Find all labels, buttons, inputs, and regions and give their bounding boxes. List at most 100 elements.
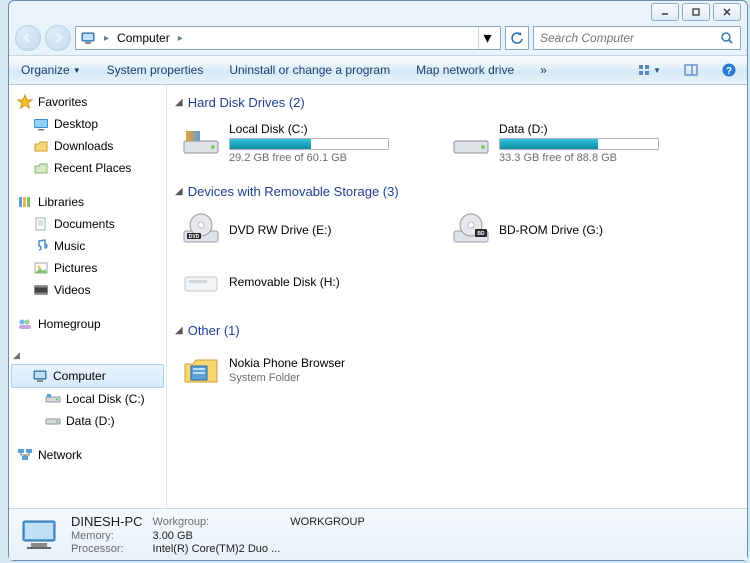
workgroup-value: WORKGROUP xyxy=(290,516,365,528)
explorer-window: ▸ Computer ▸ ▾ Organize ▼ System propert… xyxy=(8,0,748,561)
homegroup-group[interactable]: Homegroup xyxy=(9,313,166,335)
close-button[interactable] xyxy=(713,3,741,21)
computer-label: Computer xyxy=(53,369,106,383)
back-button[interactable] xyxy=(15,25,41,51)
videos-icon xyxy=(33,282,49,298)
dvd-drive-icon: DVD xyxy=(181,211,221,251)
details-pane: DINESH-PC Workgroup: WORKGROUP Memory: 3… xyxy=(9,508,747,560)
drive-removable-h[interactable]: Removable Disk (H:) xyxy=(177,259,417,307)
preview-pane-button[interactable] xyxy=(681,60,701,80)
sidebar-item-videos[interactable]: Videos xyxy=(9,279,166,301)
computer-name: DINESH-PC xyxy=(71,514,143,529)
favorites-label: Favorites xyxy=(38,95,87,109)
hard-drive-icon xyxy=(181,123,221,163)
forward-button[interactable] xyxy=(45,25,71,51)
processor-label: Processor: xyxy=(71,543,143,555)
drive-icon xyxy=(45,413,61,429)
homegroup-icon xyxy=(17,316,33,332)
drive-local-disk-c[interactable]: Local Disk (C:) 29.2 GB free of 60.1 GB xyxy=(177,118,417,168)
expand-icon: ◢ xyxy=(13,350,23,361)
pictures-icon xyxy=(33,260,49,276)
libraries-group[interactable]: Libraries xyxy=(9,191,166,213)
system-folder-icon xyxy=(181,350,221,390)
documents-icon xyxy=(33,216,49,232)
network-icon xyxy=(17,447,33,463)
section-other: ◢Other (1) Nokia Phone Browser System Fo… xyxy=(171,321,743,394)
sidebar-item-desktop[interactable]: Desktop xyxy=(9,113,166,135)
breadcrumb-arrow-icon[interactable]: ▸ xyxy=(102,33,111,44)
drive-free-space: 29.2 GB free of 60.1 GB xyxy=(229,152,413,164)
toolbar-overflow-button[interactable]: » xyxy=(536,61,551,79)
search-input[interactable] xyxy=(540,31,720,45)
sidebar-item-music[interactable]: Music xyxy=(9,235,166,257)
section-header-other[interactable]: ◢Other (1) xyxy=(171,321,743,340)
bd-drive-icon: BD xyxy=(451,211,491,251)
capacity-bar xyxy=(499,138,659,150)
capacity-bar xyxy=(229,138,389,150)
sidebar-item-downloads[interactable]: Downloads xyxy=(9,135,166,157)
network-label: Network xyxy=(38,448,82,462)
hard-drive-icon xyxy=(451,123,491,163)
section-removable: ◢Devices with Removable Storage (3) DVD … xyxy=(171,182,743,307)
music-icon xyxy=(33,238,49,254)
address-history-dropdown[interactable]: ▾ xyxy=(478,27,496,49)
workgroup-label: Workgroup: xyxy=(153,516,281,528)
drive-data-d[interactable]: Data (D:) 33.3 GB free of 88.8 GB xyxy=(447,118,687,168)
search-icon[interactable] xyxy=(720,31,734,45)
system-properties-button[interactable]: System properties xyxy=(103,61,208,79)
processor-value: Intel(R) Core(TM)2 Duo ... xyxy=(153,543,281,555)
memory-value: 3.00 GB xyxy=(153,530,281,542)
downloads-icon xyxy=(33,138,49,154)
address-bar[interactable]: ▸ Computer ▸ ▾ xyxy=(75,26,501,50)
computer-large-icon xyxy=(19,515,59,555)
svg-text:?: ? xyxy=(726,66,732,77)
sidebar-item-computer-selected[interactable]: Computer xyxy=(11,364,164,388)
favorites-group[interactable]: Favorites xyxy=(9,91,166,113)
map-network-drive-button[interactable]: Map network drive xyxy=(412,61,518,79)
recent-places-icon xyxy=(33,160,49,176)
collapse-icon: ◢ xyxy=(175,97,183,108)
memory-label: Memory: xyxy=(71,530,143,542)
svg-text:DVD: DVD xyxy=(189,234,200,240)
help-button[interactable]: ? xyxy=(719,60,739,80)
item-nokia-phone-browser[interactable]: Nokia Phone Browser System Folder xyxy=(177,346,417,394)
libraries-icon xyxy=(17,194,33,210)
uninstall-program-button[interactable]: Uninstall or change a program xyxy=(225,61,394,79)
star-icon xyxy=(17,94,33,110)
sidebar-item-pictures[interactable]: Pictures xyxy=(9,257,166,279)
search-box[interactable] xyxy=(533,26,741,50)
content-pane: ◢Hard Disk Drives (2) Local Disk (C:) 29… xyxy=(167,85,747,508)
svg-text:BD: BD xyxy=(477,231,485,237)
libraries-label: Libraries xyxy=(38,195,84,209)
section-header-hdd[interactable]: ◢Hard Disk Drives (2) xyxy=(171,93,743,112)
sidebar-item-documents[interactable]: Documents xyxy=(9,213,166,235)
navigation-bar: ▸ Computer ▸ ▾ xyxy=(9,21,747,55)
sidebar-item-data-d[interactable]: Data (D:) xyxy=(9,410,166,432)
section-header-removable[interactable]: ◢Devices with Removable Storage (3) xyxy=(171,182,743,201)
sidebar-item-computer[interactable]: ◢ xyxy=(9,347,166,364)
item-type: System Folder xyxy=(229,372,413,384)
drive-dvd-rw-e[interactable]: DVD DVD RW Drive (E:) xyxy=(177,207,417,255)
drive-name: Removable Disk (H:) xyxy=(229,275,413,289)
maximize-button[interactable] xyxy=(682,3,710,21)
breadcrumb-arrow-icon[interactable]: ▸ xyxy=(176,33,185,44)
sidebar-item-recent-places[interactable]: Recent Places xyxy=(9,157,166,179)
drive-name: Data (D:) xyxy=(499,122,683,136)
sidebar-item-local-disk-c[interactable]: Local Disk (C:) xyxy=(9,388,166,410)
drive-name: BD-ROM Drive (G:) xyxy=(499,223,683,237)
window-controls xyxy=(651,3,741,21)
minimize-button[interactable] xyxy=(651,3,679,21)
view-options-button[interactable]: ▼ xyxy=(635,60,663,80)
item-name: Nokia Phone Browser xyxy=(229,356,413,370)
organize-menu[interactable]: Organize ▼ xyxy=(17,61,85,79)
drive-bd-rom-g[interactable]: BD BD-ROM Drive (G:) xyxy=(447,207,687,255)
network-group[interactable]: Network xyxy=(9,444,166,466)
refresh-button[interactable] xyxy=(505,26,529,50)
homegroup-label: Homegroup xyxy=(38,317,101,331)
computer-icon xyxy=(32,368,48,384)
drive-free-space: 33.3 GB free of 88.8 GB xyxy=(499,152,683,164)
removable-drive-icon xyxy=(181,263,221,303)
collapse-icon: ◢ xyxy=(175,186,183,197)
breadcrumb-location[interactable]: Computer xyxy=(117,31,170,45)
section-hdd: ◢Hard Disk Drives (2) Local Disk (C:) 29… xyxy=(171,93,743,168)
